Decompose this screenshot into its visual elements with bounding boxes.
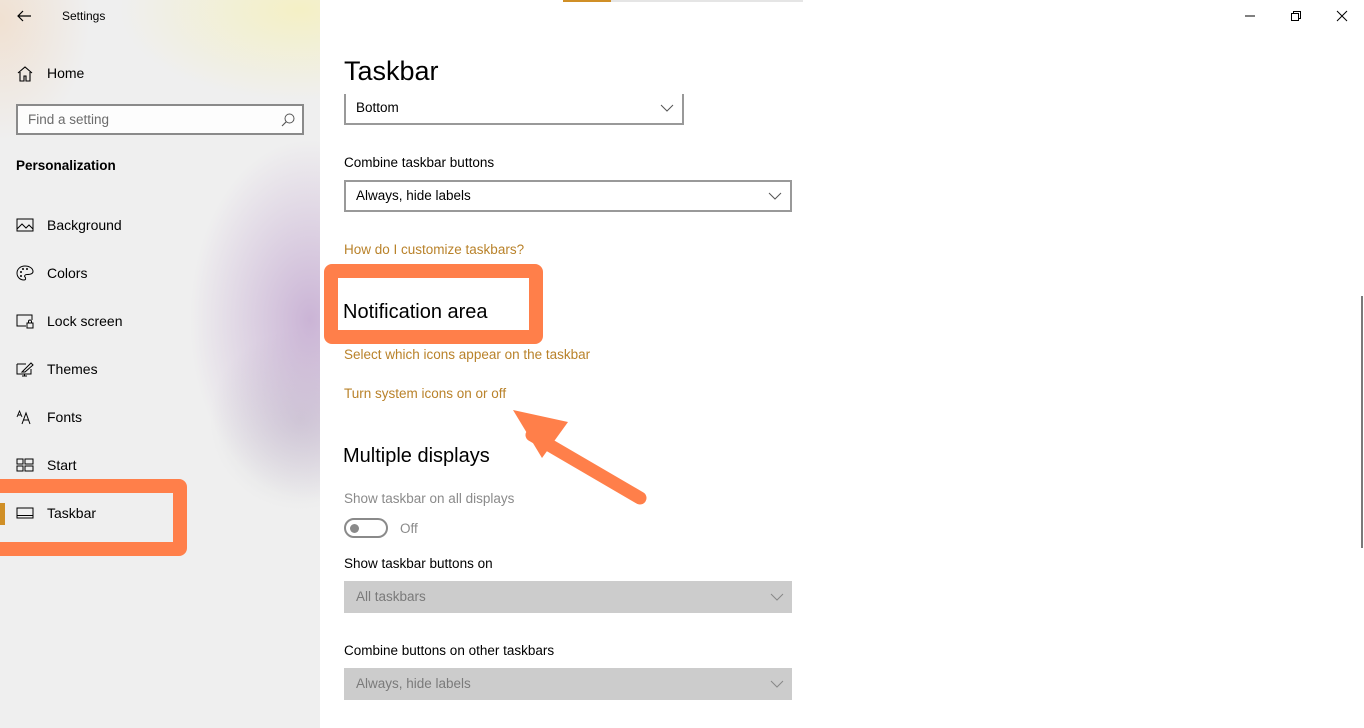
sidebar-item-background[interactable]: Background [0,205,320,245]
active-indicator [0,503,5,525]
system-icons-link[interactable]: Turn system icons on or off [344,386,506,401]
sidebar-item-home[interactable]: Home [0,58,320,88]
customize-taskbars-link[interactable]: How do I customize taskbars? [344,242,524,257]
close-button[interactable] [1319,0,1364,32]
dropdown-value: Always, hide labels [356,676,471,691]
search-input[interactable] [18,106,268,133]
combine-buttons-label: Combine taskbar buttons [344,155,495,170]
select-icons-link[interactable]: Select which icons appear on the taskbar [344,347,590,362]
sidebar-item-label: Start [47,457,77,473]
vertical-scrollbar-thumb[interactable] [1361,296,1363,548]
minimize-button[interactable] [1227,0,1273,32]
show-on-all-displays-toggle[interactable] [344,518,388,538]
start-icon [16,458,34,472]
page-title: Taskbar [344,56,439,86]
sidebar-item-fonts[interactable]: Fonts [0,397,320,437]
home-icon [17,66,33,82]
restore-button[interactable] [1273,0,1319,32]
main-content: Taskbar Bottom Combine taskbar buttons A… [320,0,1364,728]
search-icon[interactable] [280,112,296,128]
restore-icon [1291,11,1301,21]
show-on-all-displays-label: Show taskbar on all displays [344,491,515,506]
toggle-knob [350,524,359,533]
chevron-down-icon [660,104,674,112]
sidebar-item-label: Colors [47,265,88,281]
sidebar-item-label: Themes [47,361,98,377]
close-icon [1336,10,1348,22]
sidebar-item-label: Home [47,65,85,81]
show-buttons-on-dropdown[interactable]: All taskbars [344,581,792,613]
themes-icon [16,362,34,377]
lock-screen-icon [16,314,34,329]
sidebar: Settings Home Personalization Background… [0,0,320,728]
sidebar-item-label: Fonts [47,409,83,425]
combine-other-label: Combine buttons on other taskbars [344,643,555,658]
sidebar-item-colors[interactable]: Colors [0,253,320,293]
notification-area-heading: Notification area [343,301,488,323]
fonts-icon [16,409,31,425]
sidebar-item-start[interactable]: Start [0,445,320,485]
chevron-down-icon [770,680,784,688]
loading-progress-bar [563,0,803,2]
sidebar-item-lock-screen[interactable]: Lock screen [0,301,320,341]
combine-buttons-dropdown[interactable]: Always, hide labels [344,180,792,212]
dropdown-value: Bottom [356,100,399,115]
back-arrow-icon [17,10,31,22]
palette-icon [16,265,34,281]
combine-other-dropdown[interactable]: Always, hide labels [344,668,792,700]
section-heading: Personalization [16,158,116,173]
image-icon [16,218,34,232]
sidebar-item-label: Lock screen [47,313,123,329]
sidebar-item-label: Taskbar [47,505,97,521]
back-button[interactable] [14,6,34,26]
dropdown-value: Always, hide labels [356,188,471,203]
dropdown-value: All taskbars [356,589,426,604]
show-buttons-on-label: Show taskbar buttons on [344,556,493,571]
sidebar-item-taskbar[interactable]: Taskbar [0,493,320,533]
multiple-displays-heading: Multiple displays [343,445,490,467]
search-box[interactable] [16,104,304,135]
taskbar-icon [16,507,34,519]
loading-progress-fill [563,0,611,2]
taskbar-location-dropdown[interactable]: Bottom [344,94,684,125]
window-title: Settings [62,9,106,23]
sidebar-item-themes[interactable]: Themes [0,349,320,389]
sidebar-item-label: Background [47,217,122,233]
chevron-down-icon [770,593,784,601]
chevron-down-icon [768,192,782,200]
minimize-icon [1245,15,1255,17]
toggle-state-label: Off [400,521,418,536]
